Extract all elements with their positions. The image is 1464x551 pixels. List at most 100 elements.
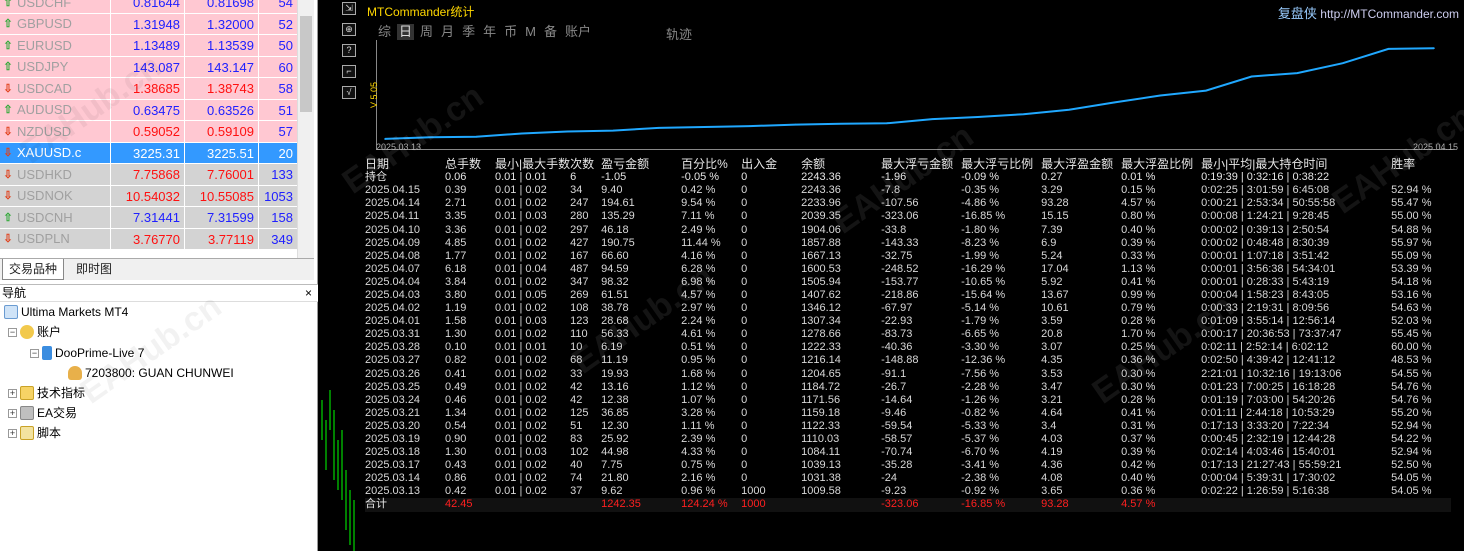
table-cell: 0 <box>741 184 748 197</box>
market-watch-row[interactable]: ⇩ USDPLN 3.76770 3.77119 349 <box>0 228 297 250</box>
table-cell: 46.18 <box>601 223 629 236</box>
tree-scripts[interactable]: + 脚本 <box>8 424 61 442</box>
table-row[interactable]: 2025.03.27 0.82 0.01 | 0.02 68 11.19 0.95 % 0 1… <box>365 354 1451 367</box>
period-tab[interactable]: M <box>523 24 538 40</box>
chart-tool-button[interactable]: ? <box>342 44 356 57</box>
expand-icon[interactable]: + <box>8 388 17 398</box>
brand-url[interactable]: http://MTCommander.com <box>1320 7 1459 21</box>
market-watch-scrollbar[interactable] <box>297 0 314 258</box>
column-header[interactable]: 总手数 <box>445 158 495 171</box>
table-cell: 0.01 | 0.02 <box>495 197 547 210</box>
expand-icon[interactable]: + <box>8 408 17 418</box>
period-tab[interactable]: 季 <box>460 24 477 40</box>
expand-icon[interactable]: + <box>8 428 17 438</box>
column-header[interactable]: 最大浮盈金额 <box>1041 158 1121 171</box>
collapse-icon[interactable]: − <box>8 327 17 337</box>
tree-indicators[interactable]: + 技术指标 <box>8 384 85 402</box>
table-row[interactable]: 2025.04.03 3.80 0.01 | 0.05 269 61.51 4.57 % 0… <box>365 289 1451 302</box>
table-cell: 2025.03.27 <box>365 354 421 367</box>
table-cell: 74 <box>570 472 583 485</box>
table-cell: 55.45 % <box>1391 328 1432 341</box>
table-cell: 54.76 % <box>1391 393 1432 406</box>
period-selector: 综日周月季年币 M 备账户 <box>376 24 593 40</box>
period-tab[interactable]: 月 <box>439 24 456 40</box>
column-header[interactable]: 次数 <box>570 158 601 171</box>
table-row[interactable]: 2025.03.26 0.41 0.01 | 0.02 33 19.93 1.68 % 0 1… <box>365 368 1451 381</box>
table-row[interactable]: 2025.04.08 1.77 0.01 | 0.02 167 66.60 4.16 % 0… <box>365 250 1451 263</box>
tree-root[interactable]: Ultima Markets MT4 <box>4 303 128 321</box>
column-header[interactable]: 最大浮盈比例 <box>1121 158 1201 171</box>
column-header[interactable]: 最小|最大手数 <box>495 158 570 171</box>
period-tab[interactable]: 币 <box>502 24 519 40</box>
table-row[interactable]: 2025.04.09 4.85 0.01 | 0.02 427 190.75 11.44 … <box>365 237 1451 250</box>
tree-ea[interactable]: + EA交易 <box>8 404 77 422</box>
table-cell: 19.93 <box>601 367 629 380</box>
table-row[interactable]: 2025.03.20 0.54 0.01 | 0.02 51 12.30 1.11 % 0 1… <box>365 420 1451 433</box>
period-tab[interactable]: 备 <box>542 24 559 40</box>
column-header[interactable]: 出入金 <box>741 158 801 171</box>
table-cell: 0 <box>741 328 748 341</box>
period-tab[interactable]: 周 <box>418 24 435 40</box>
table-row[interactable]: 2025.03.14 0.86 0.01 | 0.02 74 21.80 2.16 % 0 1… <box>365 472 1451 485</box>
table-row[interactable]: 2025.03.21 1.34 0.01 | 0.02 125 36.85 3.28 % 0… <box>365 407 1451 420</box>
period-tab[interactable]: 账户 <box>563 24 593 40</box>
tree-accounts[interactable]: − 账户 <box>8 323 61 341</box>
ask-price: 143.147 <box>184 56 258 77</box>
chart-tool-button[interactable]: ⊕ <box>342 23 356 36</box>
table-cell: 13.67 <box>1041 288 1069 301</box>
table-row[interactable]: 2025.04.04 3.84 0.01 | 0.02 347 98.32 6.98 % 0… <box>365 276 1451 289</box>
table-row[interactable]: 2025.03.13 0.42 0.01 | 0.02 37 9.62 0.96 % 100… <box>365 485 1451 498</box>
market-watch-row[interactable]: ⇧ USDCHF 0.81644 0.81698 54 <box>0 0 297 14</box>
market-watch-row[interactable]: ⇩ USDNOK 10.54032 10.55085 1053 <box>0 185 297 207</box>
close-icon[interactable]: × <box>305 285 312 302</box>
table-row[interactable]: 2025.03.24 0.46 0.01 | 0.02 42 12.38 1.07 % 0 1… <box>365 394 1451 407</box>
table-row[interactable]: 2025.04.10 3.36 0.01 | 0.02 297 46.18 2.49 % 0… <box>365 223 1451 236</box>
arrow-up-icon: ⇧ <box>3 104 13 117</box>
table-row[interactable]: 2025.03.18 1.30 0.01 | 0.03 102 44.98 4.33 % 0… <box>365 446 1451 459</box>
table-row[interactable]: 2025.03.17 0.43 0.01 | 0.02 40 7.75 0.75 % 0 10… <box>365 459 1451 472</box>
tab-tick-chart[interactable]: 即时图 <box>70 259 118 280</box>
spread: 349 <box>258 228 297 249</box>
chart-tool-button[interactable]: ⌐ <box>342 65 356 78</box>
brand[interactable]: 复盘侠 http://MTCommander.com <box>1278 3 1459 22</box>
column-header[interactable]: 余额 <box>801 158 881 171</box>
collapse-icon[interactable]: − <box>30 348 39 358</box>
chart-tool-button[interactable]: ⇲ <box>342 2 356 15</box>
period-tab[interactable]: 日 <box>397 24 415 40</box>
market-watch-row[interactable]: ⇧ GBPUSD 1.31948 1.32000 52 <box>0 13 297 35</box>
scrollbar-thumb[interactable] <box>300 16 312 112</box>
market-watch-row[interactable]: ⇩ USDHKD 7.75868 7.76001 133 <box>0 164 297 186</box>
table-cell: 2025.03.21 <box>365 406 421 419</box>
table-cell: 0.99 % <box>1121 288 1156 301</box>
table-row[interactable]: 2025.03.19 0.90 0.01 | 0.02 83 25.92 2.39 % 0 1… <box>365 433 1451 446</box>
table-cell: -91.1 <box>881 367 907 380</box>
market-watch-row[interactable]: ⇧ USDCNH 7.31441 7.31599 158 <box>0 207 297 229</box>
table-row[interactable]: 2025.04.02 1.19 0.01 | 0.02 108 38.78 2.97 % 0… <box>365 302 1451 315</box>
total-row[interactable]: 合计 42.45 1242.35 124.24 % 1000 -323.06 -16.85 … <box>365 498 1452 512</box>
table-row[interactable]: 2025.03.28 0.10 0.01 | 0.01 10 6.19 0.51 % 0 12… <box>365 341 1451 354</box>
table-row[interactable]: 2025.03.31 1.30 0.01 | 0.02 110 56.33 4.61 % 0… <box>365 328 1451 341</box>
chart-tool-button[interactable]: √ <box>342 86 356 99</box>
table-cell: 1.07 % <box>681 393 716 406</box>
column-header[interactable]: 最大浮亏比例 <box>961 158 1041 171</box>
table-cell: 0:17:13 | 21:27:43 | 55:59:21 <box>1201 459 1342 472</box>
table-cell: 0.01 | 0.03 <box>495 446 547 459</box>
period-tab[interactable]: 年 <box>481 24 498 40</box>
table-cell: 0:00:01 | 3:56:38 | 54:34:01 <box>1201 262 1336 275</box>
table-cell: 4.36 <box>1041 459 1063 472</box>
tab-symbols[interactable]: 交易品种 <box>2 259 65 280</box>
table-row[interactable]: 2025.04.01 1.58 0.01 | 0.03 123 28.68 2.24 % 0… <box>365 315 1451 328</box>
table-row[interactable]: 2025.03.25 0.49 0.01 | 0.02 42 13.16 1.12 % 0 1… <box>365 381 1451 394</box>
table-cell: 0.01 | 0.02 <box>495 236 547 249</box>
column-header[interactable]: 百分比% <box>681 158 741 171</box>
column-header[interactable]: 盈亏金额 <box>601 158 681 171</box>
table-cell: 0.01 | 0.01 <box>495 171 547 184</box>
period-tab[interactable]: 综 <box>376 24 393 40</box>
table-cell: 4.16 % <box>681 249 716 262</box>
table-cell: 347 <box>570 275 589 288</box>
table-row[interactable]: 2025.04.07 6.18 0.01 | 0.04 487 94.59 6.28 % 0… <box>365 263 1451 276</box>
table-cell: -0.09 % <box>961 171 1000 184</box>
table-cell: 0.54 <box>445 419 467 432</box>
table-row[interactable]: 2025.04.11 3.35 0.01 | 0.03 280 135.29 7.11 %… <box>365 210 1451 223</box>
symbol-name: USDCHF <box>17 0 72 10</box>
